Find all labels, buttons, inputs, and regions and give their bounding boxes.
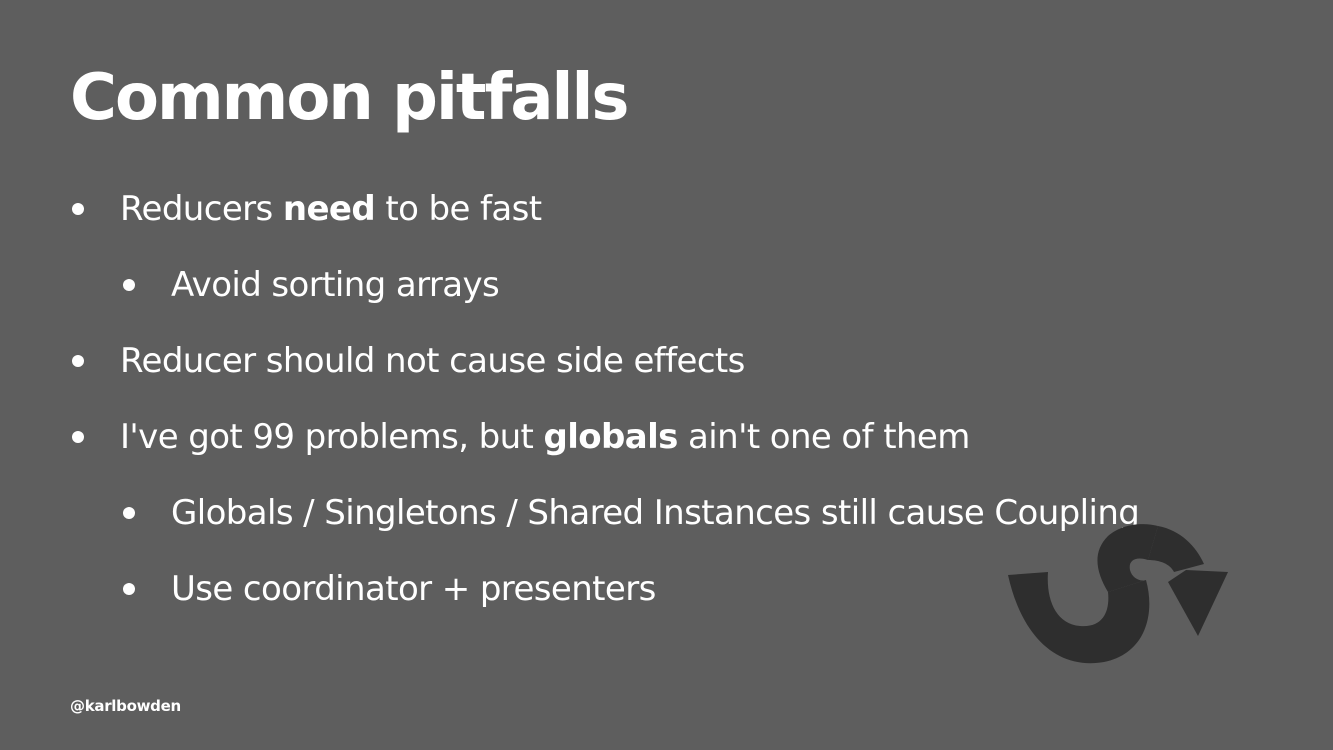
- sub-bullet-globals-coupling: Globals / Singletons / Shared Instances …: [123, 490, 1140, 536]
- bullet-text: Globals / Singletons / Shared Instances …: [171, 493, 1140, 533]
- bullet-text: Reducer should not cause side effects: [120, 341, 745, 381]
- swift-s-arrow-logo-icon: [1008, 524, 1228, 664]
- bullet-text: Avoid sorting arrays: [171, 265, 500, 305]
- bullet-text: I've got 99 problems, but: [120, 417, 544, 457]
- slide: Common pitfalls Reducers need to be fast…: [0, 0, 1333, 750]
- bullet-dot: [72, 203, 84, 215]
- bullet-text: Use coordinator + presenters: [171, 569, 656, 609]
- bullet-dot: [123, 279, 135, 291]
- bullet-dot: [123, 583, 135, 595]
- sub-bullet-avoid-sorting: Avoid sorting arrays: [123, 262, 500, 308]
- bullet-emphasis: globals: [543, 417, 679, 457]
- bullet-reducers-fast: Reducers need to be fast: [72, 186, 542, 232]
- footer-handle: @karlbowden: [70, 697, 181, 715]
- bullet-dot: [123, 507, 135, 519]
- sub-bullet-coordinator: Use coordinator + presenters: [123, 566, 656, 612]
- bullet-99-problems: I've got 99 problems, but globals ain't …: [72, 414, 970, 460]
- bullet-text: to be fast: [375, 189, 542, 229]
- slide-title: Common pitfalls: [70, 61, 629, 135]
- bullet-text: Reducers: [120, 189, 283, 229]
- bullet-dot: [72, 355, 84, 367]
- bullet-emphasis: need: [282, 189, 376, 229]
- bullet-text: ain't one of them: [677, 417, 970, 457]
- bullet-dot: [72, 431, 84, 443]
- bullet-side-effects: Reducer should not cause side effects: [72, 338, 745, 384]
